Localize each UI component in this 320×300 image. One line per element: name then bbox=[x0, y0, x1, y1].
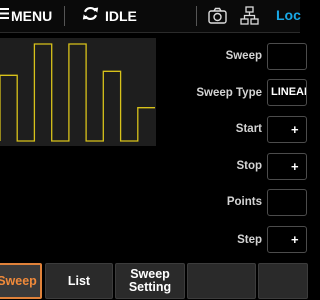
sweep-type-field[interactable]: LINEAR bbox=[267, 79, 307, 106]
sweep-preview-chart bbox=[0, 38, 156, 146]
menu-button[interactable]: MENU bbox=[0, 6, 52, 26]
hamburger-icon bbox=[0, 7, 9, 25]
stop-field[interactable]: + bbox=[267, 153, 307, 180]
divider bbox=[64, 6, 65, 26]
softkey-5[interactable] bbox=[258, 263, 308, 299]
sweep-label: Sweep bbox=[225, 50, 262, 62]
sweep-preview-svg bbox=[0, 43, 155, 142]
start-label: Start bbox=[235, 123, 262, 135]
status-label: IDLE bbox=[105, 8, 137, 24]
run-state-button[interactable]: IDLE bbox=[82, 6, 137, 26]
softkey-4[interactable] bbox=[187, 263, 256, 299]
sweep-field[interactable] bbox=[267, 43, 307, 70]
sweep-type-label: Sweep Type bbox=[196, 87, 262, 99]
menu-label: MENU bbox=[11, 8, 53, 24]
local-status-label[interactable]: Loc bbox=[276, 7, 301, 23]
softkey-bar: Sweep List Sweep Setting bbox=[0, 262, 308, 300]
stop-label: Stop bbox=[236, 160, 262, 172]
step-label: Step bbox=[237, 234, 262, 246]
camera-icon[interactable] bbox=[208, 7, 227, 29]
refresh-icon bbox=[82, 5, 99, 27]
tab-sweep[interactable]: Sweep bbox=[0, 263, 42, 299]
divider bbox=[196, 6, 197, 26]
tab-list[interactable]: List bbox=[45, 263, 113, 299]
step-field[interactable]: + bbox=[267, 226, 307, 253]
points-field[interactable] bbox=[267, 189, 307, 216]
tab-sweep-setting[interactable]: Sweep Setting bbox=[115, 263, 185, 299]
points-label: Points bbox=[226, 196, 262, 208]
start-field[interactable]: + bbox=[267, 116, 307, 143]
network-icon[interactable] bbox=[240, 6, 259, 30]
top-bar: MENU IDLE Loc bbox=[0, 0, 301, 33]
sweep-trace bbox=[0, 43, 155, 142]
